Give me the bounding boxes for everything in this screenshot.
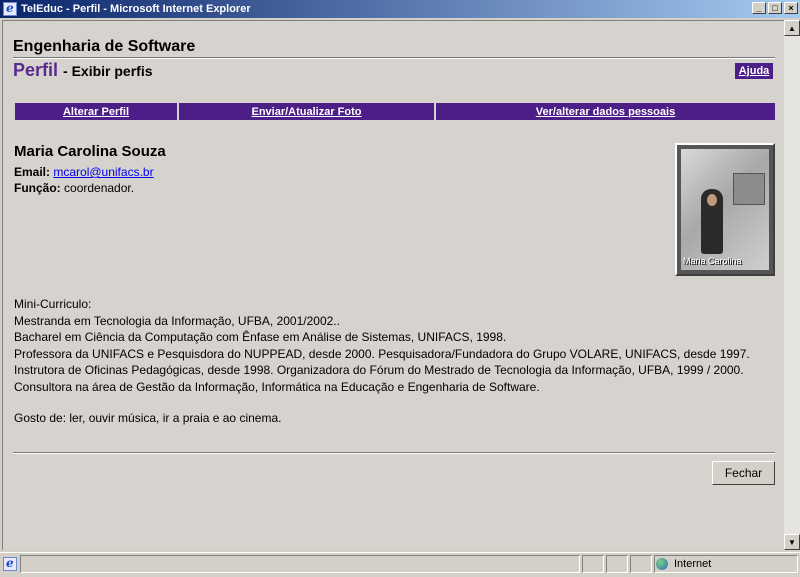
status-pane <box>582 555 604 573</box>
page-heading: Perfil - Exibir perfis <box>13 60 153 81</box>
close-window-button[interactable]: × <box>784 2 798 14</box>
globe-icon <box>656 558 668 570</box>
photo-caption: Maria Carolina <box>683 256 742 266</box>
status-pane <box>606 555 628 573</box>
window-title: TelEduc - Perfil - Microsoft Internet Ex… <box>21 3 251 15</box>
zone-label: Internet <box>674 558 712 570</box>
mini-curriculum: Mini-Curriculo: Mestranda em Tecnologia … <box>14 296 776 395</box>
status-pane <box>630 555 652 573</box>
role-label: Função: <box>14 181 61 195</box>
page-subtitle: - Exibir perfis <box>63 63 153 79</box>
curriculum-line: Bacharel em Ciência da Computação com Ên… <box>14 330 507 344</box>
email-link[interactable]: mcarol@unifacs.br <box>53 165 153 179</box>
page-content: Engenharia de Software Perfil - Exibir p… <box>2 20 784 550</box>
minimize-button[interactable]: _ <box>752 2 766 14</box>
page-title: Perfil <box>13 60 59 80</box>
email-row: Email: mcarol@unifacs.br <box>14 165 154 179</box>
scroll-up-icon[interactable]: ▲ <box>784 20 800 36</box>
scroll-down-icon[interactable]: ▼ <box>784 534 800 550</box>
security-zone: Internet <box>656 555 711 573</box>
menu-item-dados-pessoais[interactable]: Ver/alterar dados pessoais <box>436 103 775 120</box>
hobbies-text: Gosto de: ler, ouvir música, ir a praia … <box>14 411 282 425</box>
ie-page-icon <box>3 556 17 571</box>
ie-icon <box>3 1 17 16</box>
role-value: coordenador. <box>64 181 135 195</box>
profile-name: Maria Carolina Souza <box>14 143 166 160</box>
profile-photo: Maria Carolina <box>675 143 775 276</box>
status-bar: Internet <box>0 552 800 577</box>
photo-image: Maria Carolina <box>681 149 769 270</box>
divider <box>13 57 775 59</box>
email-label: Email: <box>14 165 51 179</box>
maximize-button[interactable]: □ <box>768 2 782 14</box>
role-row: Função: coordenador. <box>14 181 134 195</box>
window-titlebar: TelEduc - Perfil - Microsoft Internet Ex… <box>0 0 800 18</box>
close-button[interactable]: Fechar <box>712 461 775 485</box>
menu-item-enviar-foto[interactable]: Enviar/Atualizar Foto <box>179 103 434 120</box>
window-controls: _ □ × <box>752 2 798 14</box>
menu-item-alterar-perfil[interactable]: Alterar Perfil <box>15 103 177 120</box>
curriculum-line: Mestranda em Tecnologia da Informação, U… <box>14 313 340 328</box>
vertical-scrollbar[interactable]: ▲ ▼ <box>784 20 800 550</box>
profile-menu: Alterar Perfil Enviar/Atualizar Foto Ver… <box>15 103 775 120</box>
curriculum-line: Professora da UNIFACS e Pesquisdora do N… <box>14 346 750 394</box>
divider <box>13 452 775 454</box>
status-text-pane <box>20 555 580 573</box>
help-link[interactable]: Ajuda <box>735 63 773 79</box>
course-title: Engenharia de Software <box>13 38 196 55</box>
photo-face <box>707 194 717 206</box>
curriculum-heading: Mini-Curriculo: <box>14 297 92 311</box>
photo-monitor <box>733 173 765 205</box>
